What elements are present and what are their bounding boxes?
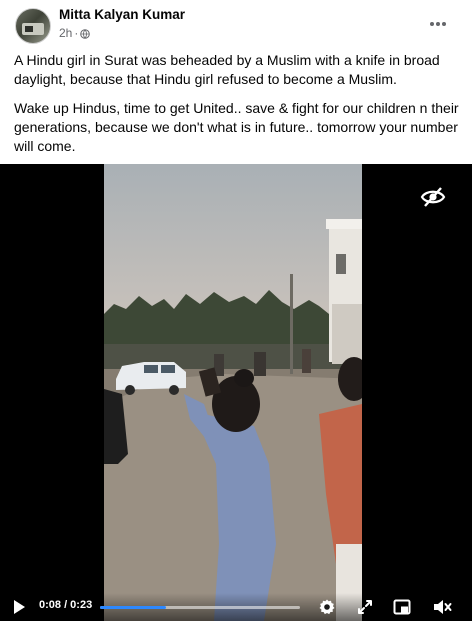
video-player[interactable]: 0:08 / 0:23: [0, 164, 472, 621]
play-icon[interactable]: [10, 598, 28, 616]
avatar[interactable]: [15, 8, 51, 44]
meta-separator: ·: [74, 26, 79, 40]
video-time: 0:08 / 0:23: [39, 599, 93, 611]
post-text: A Hindu girl in Surat was beheaded by a …: [14, 51, 464, 166]
post-header: Mitta Kalyan Kumar 2h ·: [0, 0, 472, 48]
author-name[interactable]: Mitta Kalyan Kumar: [59, 7, 185, 22]
video-frame[interactable]: [104, 164, 362, 621]
post-paragraph-2: Wake up Hindus, time to get United.. sav…: [14, 100, 459, 154]
volume-muted-icon[interactable]: [432, 598, 452, 616]
video-controls: 0:08 / 0:23: [0, 593, 472, 621]
video-progress-fill: [100, 606, 166, 609]
post-paragraph-1: A Hindu girl in Surat was beheaded by a …: [14, 52, 440, 87]
eye-off-icon[interactable]: [420, 184, 446, 210]
picture-in-picture-icon[interactable]: [393, 598, 411, 616]
video-progress-bar[interactable]: [100, 606, 300, 609]
facebook-post: Mitta Kalyan Kumar 2h · A Hindu girl in …: [0, 0, 472, 621]
globe-icon: [80, 28, 91, 39]
video-frame-image: [104, 219, 362, 621]
expand-icon[interactable]: [356, 598, 374, 616]
post-meta: 2h ·: [59, 26, 91, 40]
more-options-icon[interactable]: [428, 14, 448, 34]
post-time[interactable]: 2h: [59, 26, 72, 40]
gear-icon[interactable]: [318, 598, 336, 616]
